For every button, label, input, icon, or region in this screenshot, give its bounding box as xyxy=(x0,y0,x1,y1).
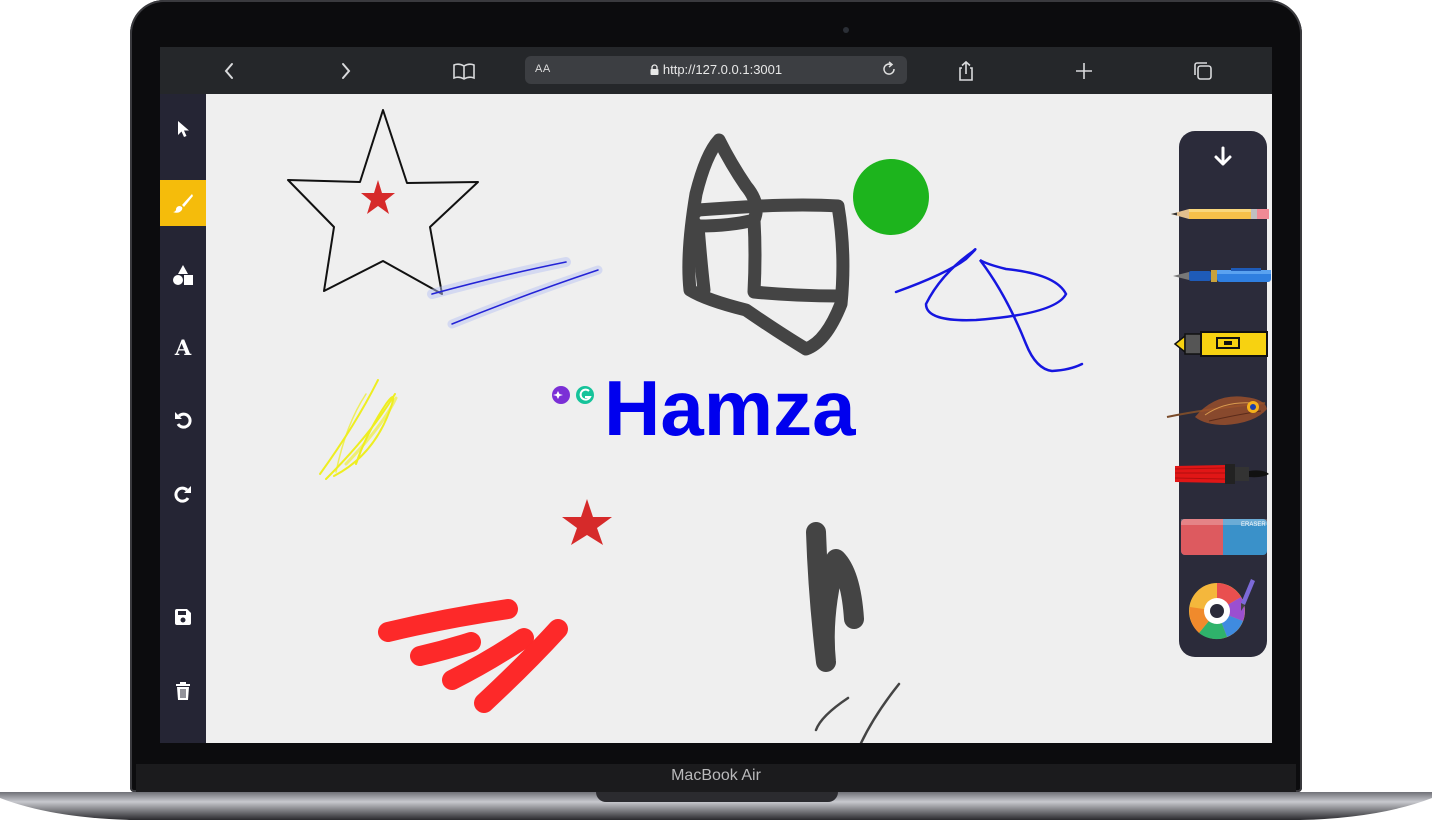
arrow-down-icon xyxy=(1214,146,1232,166)
share-icon xyxy=(959,60,973,81)
brush-icon xyxy=(173,194,193,213)
chevron-right-icon xyxy=(342,63,351,79)
select-tool[interactable] xyxy=(160,106,206,152)
url-text: http://127.0.0.1:3001 xyxy=(662,62,783,77)
text-tool[interactable]: A xyxy=(160,324,206,370)
reload-button[interactable] xyxy=(879,59,899,79)
redo-icon xyxy=(174,486,191,503)
chevron-left-icon xyxy=(224,63,233,79)
color-wheel-icon xyxy=(1189,579,1255,640)
lock-icon xyxy=(650,64,659,75)
tabs-icon xyxy=(1194,62,1212,80)
browser-toolbar: AA http://127.0.0.1:3001 xyxy=(160,47,1272,94)
paint-brush-tool[interactable] xyxy=(1173,461,1271,487)
dark-thin-strokes[interactable] xyxy=(814,682,901,743)
shapes-tool[interactable] xyxy=(160,252,206,298)
cursor-icon xyxy=(178,121,189,137)
dark-brush-house[interactable] xyxy=(682,133,850,356)
pen-icon xyxy=(1173,268,1271,282)
highlighter-tool[interactable] xyxy=(1173,327,1271,361)
brush-tool[interactable] xyxy=(160,180,206,226)
camera-icon xyxy=(843,27,849,33)
bookmarks-button[interactable] xyxy=(451,58,477,84)
paint-brush-icon xyxy=(1174,464,1269,484)
back-button[interactable] xyxy=(216,58,242,84)
forward-button[interactable] xyxy=(333,58,359,84)
red-marker-strokes[interactable] xyxy=(378,599,568,713)
highlighter-icon xyxy=(1173,331,1268,357)
text-icon: A xyxy=(174,334,192,360)
undo-button[interactable] xyxy=(160,396,206,442)
collapse-panel-button[interactable] xyxy=(1209,145,1237,169)
tabs-button[interactable] xyxy=(1190,58,1216,84)
save-button[interactable] xyxy=(160,594,206,640)
eraser-label: ERASER xyxy=(1241,522,1266,528)
red-star-small[interactable] xyxy=(361,180,395,214)
device-model-label: MacBook Air xyxy=(671,767,761,784)
green-circle-shape[interactable] xyxy=(853,159,929,235)
eraser-tool[interactable]: ERASER xyxy=(1179,515,1269,557)
address-bar[interactable]: AA http://127.0.0.1:3001 xyxy=(525,56,907,84)
book-icon xyxy=(453,63,475,80)
pencil-tool[interactable] xyxy=(1169,205,1271,223)
pencil-icon xyxy=(1171,209,1269,219)
clear-button[interactable] xyxy=(160,668,206,714)
share-button[interactable] xyxy=(953,58,979,84)
new-tab-button[interactable] xyxy=(1071,58,1097,84)
settings-button[interactable] xyxy=(160,740,206,743)
tool-sidebar: A xyxy=(160,94,206,743)
undo-icon xyxy=(175,412,192,429)
laptop-notch xyxy=(596,792,838,802)
extension-badges xyxy=(552,386,594,404)
color-picker-tool[interactable] xyxy=(1187,573,1257,641)
shapes-icon xyxy=(173,265,193,285)
yellow-scribble[interactable] xyxy=(319,379,398,480)
browser-screen: AA http://127.0.0.1:3001 A Hamza ERASER xyxy=(160,47,1272,743)
drawing-canvas[interactable]: Hamza xyxy=(206,94,1272,743)
reload-icon xyxy=(883,61,895,75)
feather-quill-icon xyxy=(1166,396,1267,425)
redo-button[interactable] xyxy=(160,470,206,516)
dark-letter-stroke[interactable] xyxy=(806,522,864,672)
eraser-icon: ERASER xyxy=(1181,519,1267,555)
canvas-text-hamza[interactable]: Hamza xyxy=(604,364,856,452)
save-icon xyxy=(175,609,191,625)
plus-icon xyxy=(1076,63,1092,79)
trash-icon xyxy=(176,682,190,700)
quill-tool[interactable] xyxy=(1165,389,1271,433)
red-star-shape[interactable] xyxy=(562,499,612,545)
blue-highlighter-strokes[interactable] xyxy=(427,257,603,329)
pen-tools-panel: ERASER xyxy=(1166,131,1271,657)
blue-loop-stroke[interactable] xyxy=(894,247,1084,373)
pen-tool[interactable] xyxy=(1171,265,1271,287)
